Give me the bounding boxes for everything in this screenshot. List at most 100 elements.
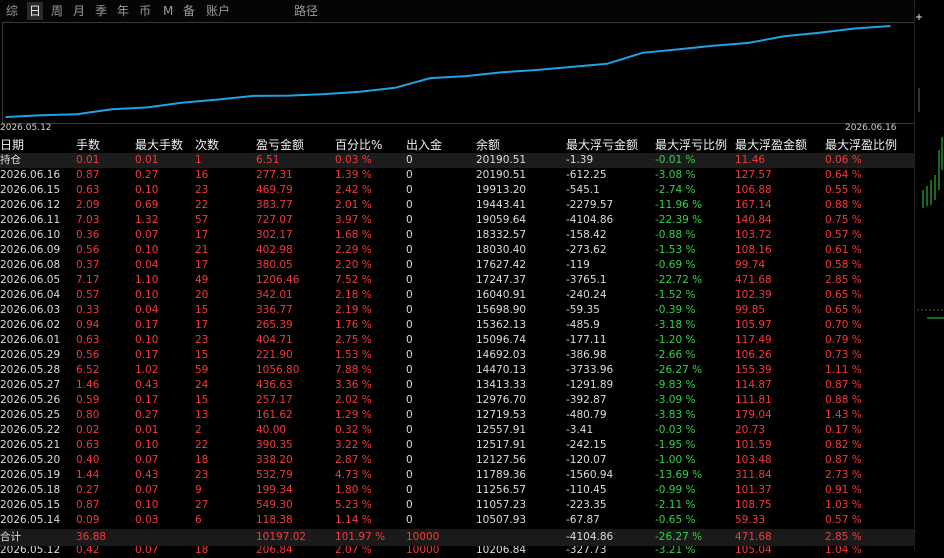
- table-row[interactable]: 2026.05.26 0.59 0.17 15 257.17 2.02 % 0 12976.7…: [0, 393, 914, 408]
- table-cell: 0: [406, 319, 413, 331]
- table-cell: 0.10: [135, 289, 159, 301]
- table-cell: 127.57: [735, 169, 772, 181]
- table-row[interactable]: 2026.06.10 0.36 0.07 17 302.17 1.68 % 0 18332.5…: [0, 228, 914, 243]
- table-cell: 0.01: [135, 154, 159, 166]
- table-row[interactable]: 2026.06.05 7.17 1.10 49 1206.46 7.52 % 0 17247.…: [0, 273, 914, 288]
- table-row[interactable]: 2026.06.15 0.63 0.10 23 469.79 2.42 % 0 19913.2…: [0, 183, 914, 198]
- table-cell: 108.75: [735, 499, 772, 511]
- table-row[interactable]: 2026.06.03 0.33 0.04 15 336.77 2.19 % 0 15698.9…: [0, 303, 914, 318]
- table-row[interactable]: 2026.06.04 0.57 0.10 20 342.01 2.18 % 0 16040.9…: [0, 288, 914, 303]
- tab-month[interactable]: 月: [73, 2, 85, 20]
- table-row[interactable]: 2026.06.11 7.03 1.32 57 727.07 3.97 % 0 19059.6…: [0, 213, 914, 228]
- col-max-float-gain[interactable]: 最大浮盈金额: [735, 138, 807, 153]
- equity-point: [535, 69, 538, 71]
- table-row[interactable]: 2026.05.14 0.09 0.03 6 118.38 1.14 % 0 10507.93…: [0, 513, 914, 528]
- col-profit[interactable]: 盈亏金额: [256, 138, 304, 153]
- table-cell: 0.33: [76, 304, 100, 316]
- table-cell: 0.43: [135, 379, 159, 391]
- col-max-float-gain-pct[interactable]: 最大浮盈比例: [825, 138, 897, 153]
- table-cell: 2.18 %: [335, 289, 372, 301]
- table-cell: 4.73 %: [335, 469, 372, 481]
- table-cell: 1.44: [76, 469, 100, 481]
- tab-m[interactable]: M: [163, 2, 173, 20]
- table-cell: 0.87 %: [825, 379, 862, 391]
- table-cell: 24: [195, 379, 209, 391]
- table-row[interactable]: 2026.06.02 0.94 0.17 17 265.39 1.76 % 0 15362.1…: [0, 318, 914, 333]
- table-cell: 12517.91: [476, 439, 527, 451]
- tab-year[interactable]: 年: [117, 2, 129, 20]
- table-row[interactable]: 2026.05.25 0.80 0.27 13 161.62 1.29 % 0 12719.5…: [0, 408, 914, 423]
- table-cell: 2026.05.18: [0, 484, 61, 496]
- col-max-float-loss[interactable]: 最大浮亏金额: [566, 138, 638, 153]
- col-max-float-loss-pct[interactable]: 最大浮亏比例: [655, 138, 727, 153]
- chart-end-date: 2026.06.16: [845, 123, 897, 133]
- tab-notes[interactable]: 备: [183, 2, 195, 20]
- table-cell: -3765.1: [566, 274, 607, 286]
- table-cell: 10507.93: [476, 514, 527, 526]
- table-row[interactable]: 2026.05.20 0.40 0.07 18 338.20 2.87 % 0 12127.5…: [0, 453, 914, 468]
- table-cell: 0.37: [76, 259, 100, 271]
- col-date[interactable]: 日期: [0, 138, 24, 153]
- equity-point: [288, 94, 290, 97]
- table-cell: 23: [195, 469, 209, 481]
- table-row[interactable]: 2026.05.18 0.27 0.07 9 199.34 1.80 % 0 11256.57…: [0, 483, 914, 498]
- table-row[interactable]: 2026.05.21 0.63 0.10 22 390.35 3.22 % 0 12517.9…: [0, 438, 914, 453]
- table-cell: 7.17: [76, 274, 100, 286]
- col-max-lots[interactable]: 最大手数: [135, 138, 183, 153]
- total-max-float-gain-pct: 2.85 %: [825, 531, 862, 543]
- col-percent[interactable]: 百分比%: [335, 138, 382, 153]
- table-cell: 0.59: [76, 394, 100, 406]
- tab-day[interactable]: 日: [27, 2, 44, 20]
- period-tab-bar: 综 日 周 月 季 年 币 M 备 账户 路径: [0, 0, 944, 22]
- table-cell: 2.01 %: [335, 199, 372, 211]
- equity-point: [323, 93, 326, 95]
- table-row[interactable]: 2026.05.19 1.44 0.43 23 532.79 4.73 % 0 11789.3…: [0, 468, 914, 483]
- equity-point: [252, 95, 255, 97]
- table-cell: 404.71: [256, 334, 293, 346]
- table-cell: 2.29 %: [335, 244, 372, 256]
- table-cell: 0.03: [135, 514, 159, 526]
- table-row[interactable]: 2026.06.16 0.87 0.27 16 277.31 1.39 % 0 20190.5…: [0, 168, 914, 183]
- table-row[interactable]: 2026.05.27 1.46 0.43 24 436.63 3.36 % 0 13413.3…: [0, 378, 914, 393]
- col-balance[interactable]: 余额: [476, 138, 500, 153]
- table-cell: 2026.06.09: [0, 244, 61, 256]
- table-cell: 380.05: [256, 259, 293, 271]
- table-cell: 0: [406, 169, 413, 181]
- table-row[interactable]: 2026.06.12 2.09 0.69 22 383.77 2.01 % 0 19443.4…: [0, 198, 914, 213]
- table-cell: 持仓: [0, 154, 21, 166]
- tab-path[interactable]: 路径: [294, 2, 318, 20]
- table-cell: 0.01: [135, 424, 159, 436]
- table-cell: 1.10: [135, 274, 159, 286]
- table-cell: 106.26: [735, 349, 772, 361]
- tab-account[interactable]: 账户: [206, 2, 230, 20]
- table-row[interactable]: 2026.06.09 0.56 0.10 21 402.98 2.29 % 0 18030.4…: [0, 243, 914, 258]
- table-cell: -273.62: [566, 244, 607, 256]
- tab-week[interactable]: 周: [51, 2, 63, 20]
- table-row[interactable]: 2026.05.22 0.02 0.01 2 40.00 0.32 % 0 12557.91 -…: [0, 423, 914, 438]
- table-row[interactable]: 2026.06.01 0.63 0.10 23 404.71 2.75 % 0 15096.7…: [0, 333, 914, 348]
- equity-point: [818, 32, 821, 34]
- col-lots[interactable]: 手数: [76, 138, 100, 153]
- tab-currency[interactable]: 币: [139, 2, 151, 20]
- tab-summary[interactable]: 综: [6, 2, 18, 20]
- table-row-open-positions[interactable]: 持仓 0.01 0.01 1 6.51 0.03 % 0 20190.51 -1.39 -0.01…: [0, 153, 914, 168]
- table-row[interactable]: 2026.05.28 6.52 1.02 59 1056.80 7.88 % 0 14470.…: [0, 363, 914, 378]
- col-trades[interactable]: 次数: [195, 138, 219, 153]
- side-chart-marks: [916, 14, 944, 319]
- table-row[interactable]: 2026.06.08 0.37 0.04 17 380.05 2.20 % 0 17627.4…: [0, 258, 914, 273]
- table-cell: 99.85: [735, 304, 766, 316]
- col-deposit[interactable]: 出入金: [406, 138, 442, 153]
- table-row[interactable]: 2026.05.15 0.87 0.10 27 549.30 5.23 % 0 11057.2…: [0, 498, 914, 513]
- table-cell: 101.37: [735, 484, 772, 496]
- table-cell: -3733.96: [566, 364, 614, 376]
- table-row[interactable]: 2026.05.29 0.56 0.17 15 221.90 1.53 % 0 14692.0…: [0, 348, 914, 363]
- equity-point: [747, 42, 750, 44]
- equity-chart-svg: [5, 25, 891, 118]
- table-cell: -1.00 %: [655, 454, 696, 466]
- table-cell: 18030.40: [476, 244, 527, 256]
- table-cell: 2026.06.04: [0, 289, 61, 301]
- table-cell: 1.11 %: [825, 364, 862, 376]
- tab-quarter[interactable]: 季: [95, 2, 107, 20]
- table-cell: 0.17 %: [825, 424, 862, 436]
- table-cell: -0.99 %: [655, 484, 696, 496]
